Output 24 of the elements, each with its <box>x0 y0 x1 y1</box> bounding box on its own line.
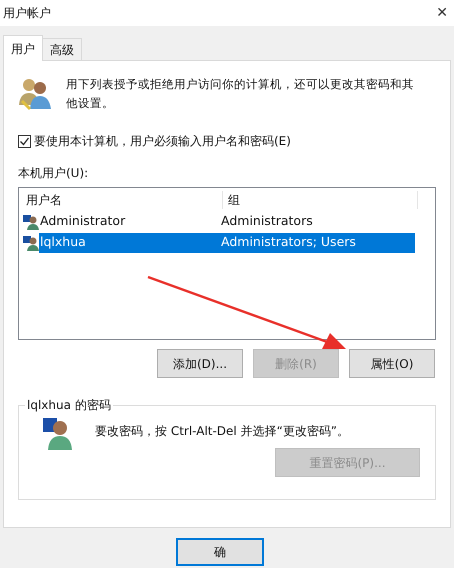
users-label: 本机用户(U): <box>18 165 90 182</box>
checkbox-label: 要使用本计算机，用户必须输入用户名和密码(E) <box>34 133 291 150</box>
checkbox[interactable] <box>18 134 31 148</box>
table-row[interactable]: Administrator Administrators <box>39 212 415 232</box>
table-cell-text: Administrator <box>39 212 126 230</box>
table-cell-text: lqlxhua <box>39 233 87 252</box>
ok-button[interactable]: 确 <box>176 538 264 566</box>
dialog-button[interactable]: 添加(D)... <box>157 349 243 378</box>
group-title: lqlxhua 的密码 <box>26 397 112 414</box>
tab[interactable]: 高级 <box>42 38 82 60</box>
user-icon <box>23 214 39 230</box>
window-title: 用户帐户 <box>3 5 51 22</box>
tab[interactable]: 用户 <box>3 35 43 61</box>
table-row[interactable]: lqlxhua Administrators; Users <box>39 232 415 252</box>
column-header[interactable]: 用户名 <box>23 191 223 209</box>
close-button[interactable]: ✕ <box>436 2 448 24</box>
column-header[interactable]: 组 <box>223 191 418 209</box>
table-cell-text: Administrators; Users <box>221 233 356 252</box>
user-icon <box>23 234 39 250</box>
intro-text: 用下列表授予或拒绝用户访问你的计算机，还可以更改其密码和其他设置。 <box>66 76 415 112</box>
password-hint: 要改密码，按 Ctrl-Alt-Del 并选择“更改密码”。 <box>95 423 350 440</box>
dialog-button[interactable]: 属性(O) <box>349 349 435 378</box>
table-cell-text: Administrators <box>221 212 313 230</box>
user-monitor-icon <box>41 416 75 450</box>
